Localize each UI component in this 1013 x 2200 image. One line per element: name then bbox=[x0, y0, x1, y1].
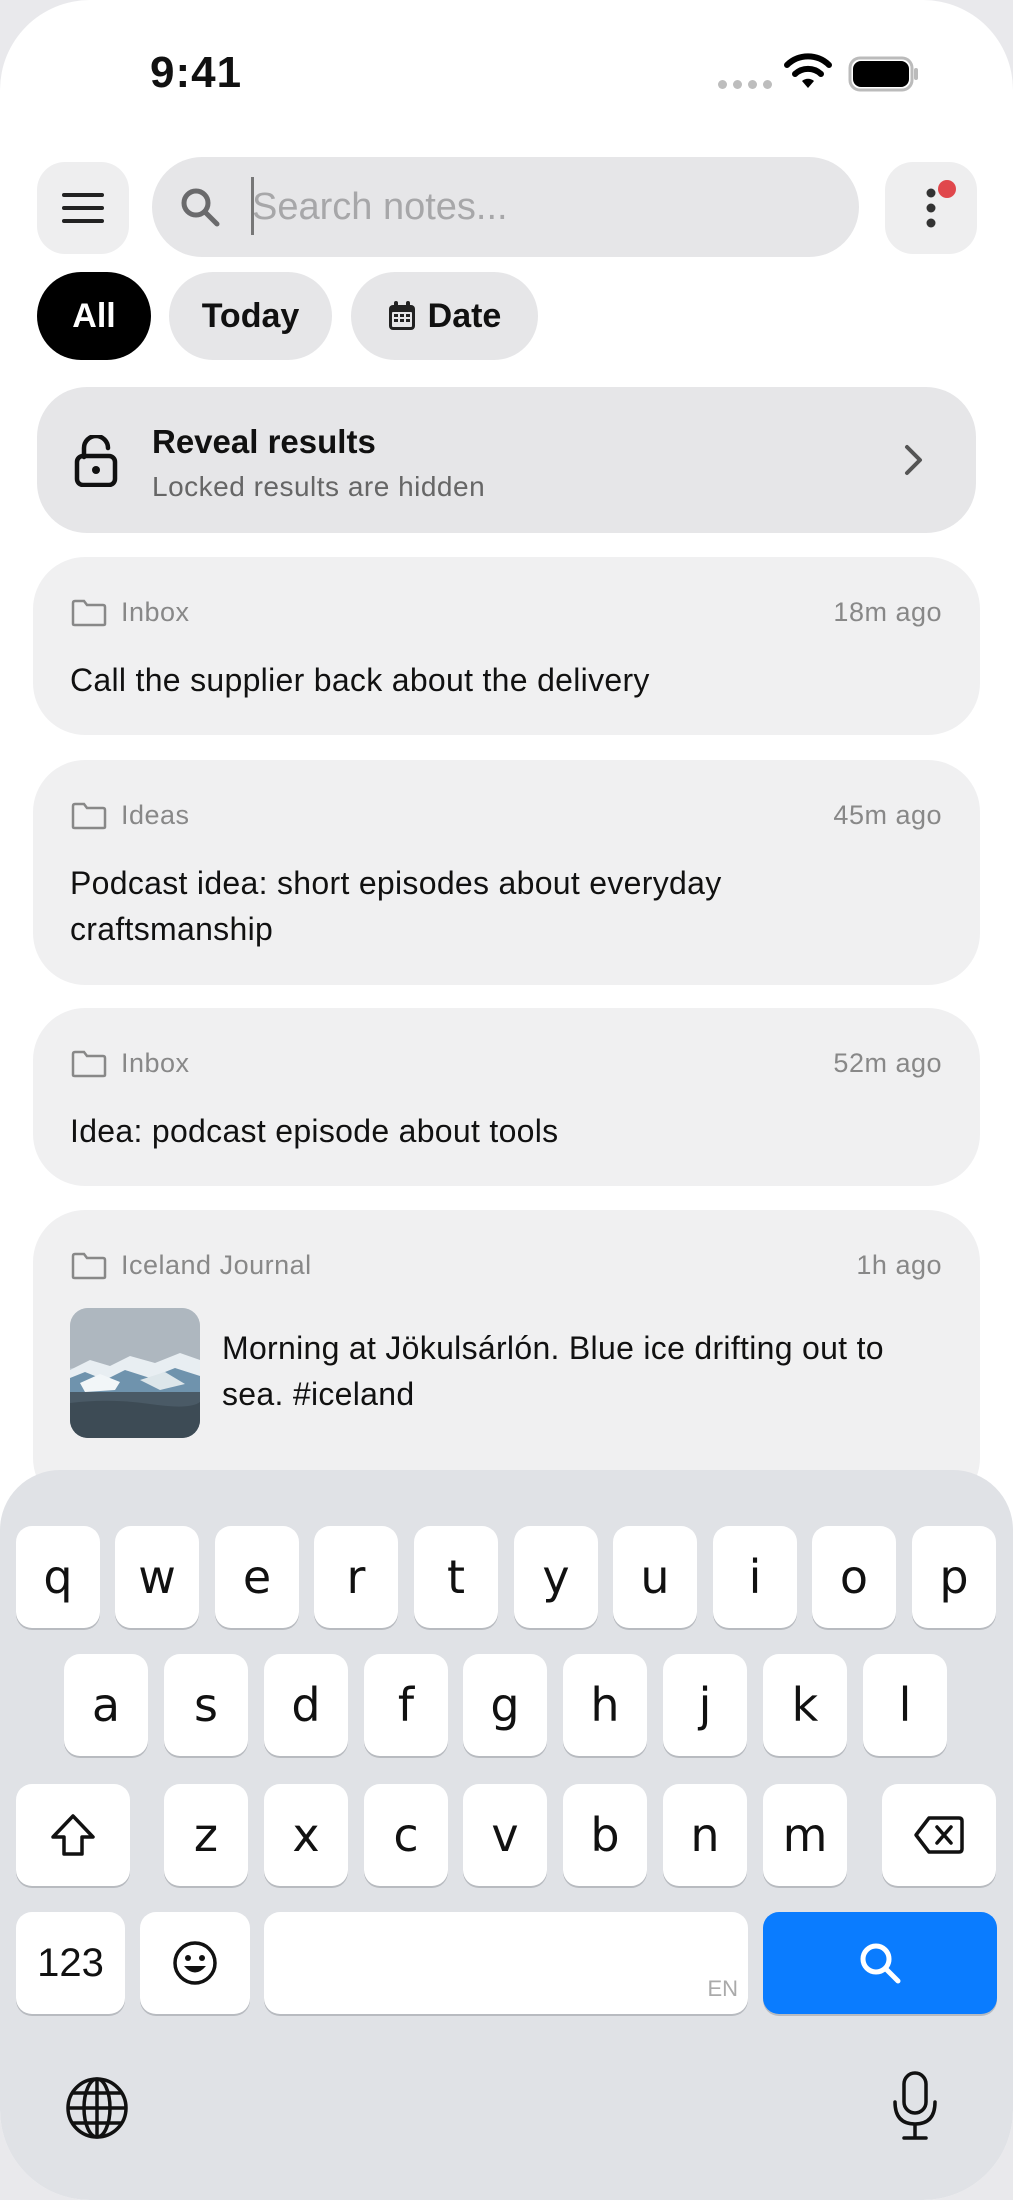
key-c[interactable]: c bbox=[364, 1784, 448, 1886]
battery-icon bbox=[848, 56, 918, 92]
reveal-title: Reveal results bbox=[152, 423, 376, 460]
space-key[interactable]: EN bbox=[264, 1912, 748, 2014]
keyboard: q w e r t y u i o p a s d f g h j k l z … bbox=[0, 1470, 1013, 2200]
key-f[interactable]: f bbox=[364, 1654, 448, 1756]
filter-chip-date[interactable]: Date bbox=[351, 272, 538, 360]
key-h[interactable]: h bbox=[563, 1654, 647, 1756]
microphone-icon[interactable] bbox=[890, 2070, 940, 2142]
key-b[interactable]: b bbox=[563, 1784, 647, 1886]
numbers-key[interactable]: 123 bbox=[16, 1912, 125, 2014]
key-j[interactable]: j bbox=[663, 1654, 747, 1756]
shift-icon bbox=[51, 1814, 95, 1856]
note-card[interactable]: Inbox 52m ago Idea: podcast episode abou… bbox=[33, 1008, 980, 1186]
key-o[interactable]: o bbox=[812, 1526, 896, 1628]
signal-icon bbox=[718, 80, 772, 89]
key-w[interactable]: w bbox=[115, 1526, 199, 1628]
emoji-icon bbox=[173, 1941, 217, 1985]
notification-badge bbox=[938, 180, 956, 198]
key-p[interactable]: p bbox=[912, 1526, 996, 1628]
search-key[interactable] bbox=[763, 1912, 997, 2014]
unlock-icon bbox=[74, 435, 118, 487]
key-v[interactable]: v bbox=[463, 1784, 547, 1886]
menu-button[interactable] bbox=[37, 162, 129, 254]
note-card[interactable]: Iceland Journal 1h ago Morning at Jökuls… bbox=[33, 1210, 980, 1510]
note-thumbnail-image[interactable] bbox=[70, 1308, 200, 1438]
phone-screen: 9:41 All To bbox=[0, 0, 1013, 2200]
reveal-subtitle: Locked results are hidden bbox=[152, 471, 486, 502]
reveal-results-card[interactable]: Reveal results Locked results are hidden bbox=[37, 387, 976, 533]
note-card[interactable]: Inbox 18m ago Call the supplier back abo… bbox=[33, 557, 980, 735]
folder-icon bbox=[71, 1050, 107, 1078]
key-s[interactable]: s bbox=[164, 1654, 248, 1756]
note-timestamp: 52m ago bbox=[833, 1048, 942, 1078]
note-folder-name: Iceland Journal bbox=[121, 1250, 312, 1280]
key-k[interactable]: k bbox=[763, 1654, 847, 1756]
filter-chip-all[interactable]: All bbox=[37, 272, 151, 360]
key-n[interactable]: n bbox=[663, 1784, 747, 1886]
folder-icon bbox=[71, 1252, 107, 1280]
chevron-right-icon bbox=[905, 445, 922, 475]
wifi-icon bbox=[784, 53, 832, 88]
status-time: 9:41 bbox=[150, 48, 243, 97]
note-folder-name: Ideas bbox=[121, 800, 190, 830]
search-input[interactable] bbox=[252, 175, 832, 239]
hamburger-icon bbox=[62, 193, 104, 223]
key-l[interactable]: l bbox=[863, 1654, 947, 1756]
chip-label: Today bbox=[201, 296, 300, 335]
note-timestamp: 45m ago bbox=[833, 800, 942, 830]
emoji-key[interactable] bbox=[140, 1912, 250, 2014]
backspace-key[interactable] bbox=[882, 1784, 996, 1886]
note-text: Idea: podcast episode about tools bbox=[70, 1113, 559, 1149]
key-r[interactable]: r bbox=[314, 1526, 398, 1628]
note-card[interactable]: Ideas 45m ago Podcast idea: short episod… bbox=[33, 760, 980, 985]
note-text: Podcast idea: short episodes about every… bbox=[70, 865, 722, 947]
key-y[interactable]: y bbox=[514, 1526, 598, 1628]
key-m[interactable]: m bbox=[763, 1784, 847, 1886]
text-cursor bbox=[251, 177, 254, 235]
folder-icon bbox=[71, 599, 107, 627]
key-a[interactable]: a bbox=[64, 1654, 148, 1756]
key-g[interactable]: g bbox=[463, 1654, 547, 1756]
note-text: Call the supplier back about the deliver… bbox=[70, 662, 650, 698]
note-folder-name: Inbox bbox=[121, 597, 190, 627]
key-i[interactable]: i bbox=[713, 1526, 797, 1628]
note-folder-name: Inbox bbox=[121, 1048, 190, 1078]
key-t[interactable]: t bbox=[414, 1526, 498, 1628]
calendar-icon bbox=[388, 301, 415, 330]
search-bar[interactable] bbox=[152, 157, 859, 257]
note-timestamp: 1h ago bbox=[856, 1250, 942, 1280]
key-u[interactable]: u bbox=[613, 1526, 697, 1628]
key-z[interactable]: z bbox=[164, 1784, 248, 1886]
keyboard-language-label: EN bbox=[707, 1976, 738, 2001]
globe-icon[interactable] bbox=[64, 2075, 130, 2141]
key-x[interactable]: x bbox=[264, 1784, 348, 1886]
chip-label: All bbox=[72, 296, 116, 335]
shift-key[interactable] bbox=[16, 1784, 130, 1886]
key-d[interactable]: d bbox=[264, 1654, 348, 1756]
filter-chip-today[interactable]: Today bbox=[169, 272, 332, 360]
search-icon bbox=[860, 1943, 901, 1984]
more-options-button[interactable] bbox=[885, 162, 977, 254]
folder-icon bbox=[71, 802, 107, 830]
key-e[interactable]: e bbox=[215, 1526, 299, 1628]
more-vertical-icon bbox=[926, 188, 936, 228]
note-text: Morning at Jökulsárlón. Blue ice driftin… bbox=[222, 1330, 884, 1412]
search-icon bbox=[181, 188, 220, 227]
key-q[interactable]: q bbox=[16, 1526, 100, 1628]
chip-label: Date bbox=[427, 296, 502, 335]
backspace-icon bbox=[914, 1816, 964, 1854]
note-timestamp: 18m ago bbox=[833, 597, 942, 627]
